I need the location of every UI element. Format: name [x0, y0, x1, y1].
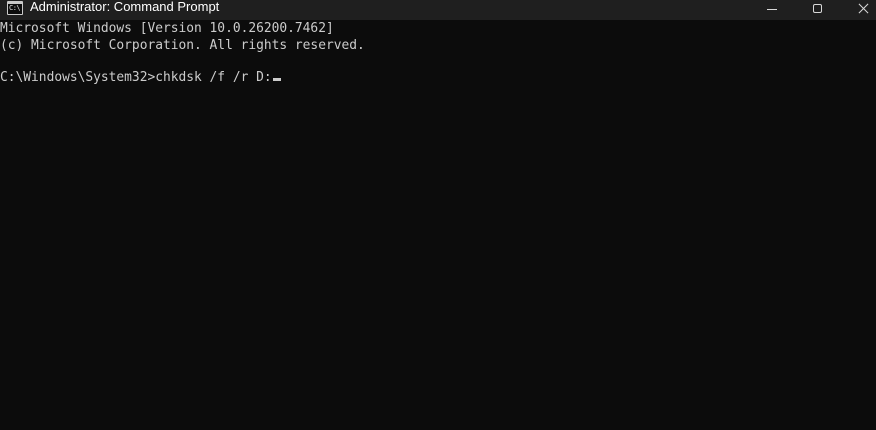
minimize-button[interactable]: [749, 0, 795, 16]
maximize-button[interactable]: [794, 0, 840, 16]
console-line-copyright: (c) Microsoft Corporation. All rights re…: [0, 38, 365, 53]
console-line-version: Microsoft Windows [Version 10.0.26200.74…: [0, 21, 334, 36]
minimize-icon: [767, 8, 777, 10]
command-prompt-icon[interactable]: C:\: [7, 1, 23, 15]
close-icon: [858, 3, 869, 14]
text-cursor: [272, 78, 281, 81]
command-line[interactable]: C:\Windows\System32>chkdsk /f /r D:: [0, 69, 281, 86]
console-area[interactable]: Microsoft Windows [Version 10.0.26200.74…: [0, 20, 876, 430]
prompt-path: C:\Windows\System32>: [0, 70, 156, 85]
icon-glyph: C:\: [9, 4, 21, 12]
maximize-icon: [812, 3, 822, 13]
command-prompt-window: C:\ Administrator: Command Prompt Micros…: [0, 0, 876, 430]
close-button[interactable]: [840, 0, 876, 16]
window-title: Administrator: Command Prompt: [30, 0, 220, 14]
title-bar[interactable]: C:\ Administrator: Command Prompt: [0, 0, 876, 20]
command-input[interactable]: chkdsk /f /r D:: [155, 70, 271, 85]
